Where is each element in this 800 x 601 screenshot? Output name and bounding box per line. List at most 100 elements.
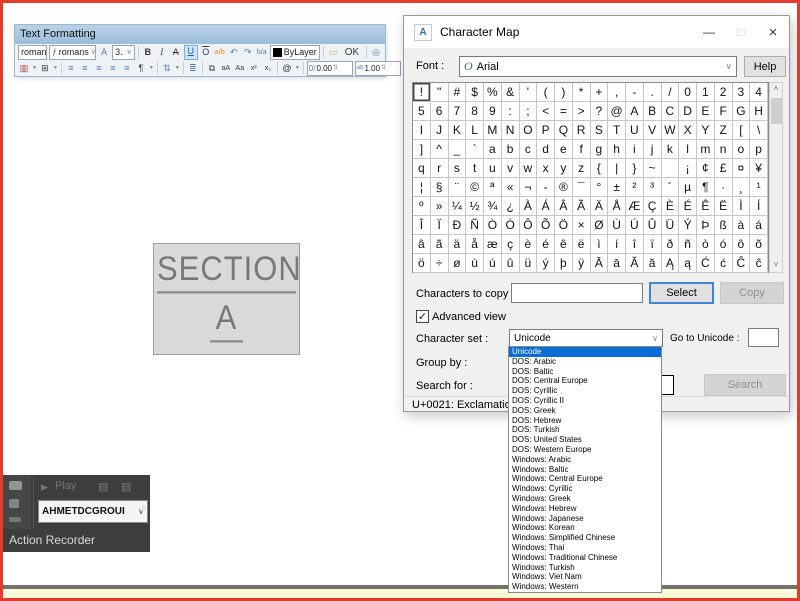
- char-cell[interactable]: ü: [520, 254, 538, 273]
- char-cell[interactable]: ĉ: [750, 254, 768, 273]
- subscript-icon[interactable]: x₂: [262, 62, 274, 75]
- char-cell[interactable]: F: [715, 102, 733, 121]
- charset-option[interactable]: Windows: Arabic: [509, 455, 661, 465]
- char-cell[interactable]: ;: [520, 102, 538, 121]
- char-cell[interactable]: k: [662, 140, 680, 159]
- char-cell[interactable]: g: [591, 140, 609, 159]
- char-cell[interactable]: y: [555, 159, 573, 178]
- char-cell[interactable]: ë: [573, 235, 591, 254]
- manage-macros-icon[interactable]: ▤: [121, 480, 131, 493]
- charset-option[interactable]: Unicode: [509, 347, 661, 357]
- char-cell[interactable]: à: [733, 216, 751, 235]
- char-cell[interactable]: .: [644, 83, 662, 102]
- char-cell[interactable]: t: [466, 159, 484, 178]
- char-cell[interactable]: +: [591, 83, 609, 102]
- char-cell[interactable]: j: [644, 140, 662, 159]
- underline-button[interactable]: U: [184, 45, 198, 60]
- char-cell[interactable]: ¥: [750, 159, 768, 178]
- char-cell[interactable]: ¾: [484, 197, 502, 216]
- record-icon[interactable]: [9, 499, 19, 508]
- char-cell[interactable]: Á: [537, 197, 555, 216]
- char-cell[interactable]: \: [750, 121, 768, 140]
- arrow-down-icon[interactable]: ▼: [149, 65, 154, 71]
- char-cell[interactable]: õ: [750, 235, 768, 254]
- align-distribute-icon[interactable]: ≡: [121, 62, 133, 75]
- arrow-down-icon[interactable]: ▼: [53, 65, 58, 71]
- arrow-down-icon[interactable]: ▼: [295, 65, 300, 71]
- char-cell[interactable]: ": [431, 83, 449, 102]
- char-cell[interactable]: i: [626, 140, 644, 159]
- char-cell[interactable]: l: [679, 140, 697, 159]
- char-cell[interactable]: L: [466, 121, 484, 140]
- select-button[interactable]: Select: [649, 282, 714, 304]
- char-cell[interactable]: Í: [750, 197, 768, 216]
- char-cell[interactable]: @: [608, 102, 626, 121]
- char-cell[interactable]: Å: [608, 197, 626, 216]
- character-set-combobox[interactable]: Unicode ∨: [509, 329, 663, 347]
- char-cell[interactable]: ¹: [750, 178, 768, 197]
- char-cell[interactable]: ×: [573, 216, 591, 235]
- charset-option[interactable]: Windows: Simplified Chinese: [509, 533, 661, 543]
- char-cell[interactable]: ì: [591, 235, 609, 254]
- panel-expand-icon[interactable]: ▸: [142, 503, 147, 514]
- char-cell[interactable]: C: [662, 102, 680, 121]
- char-cell[interactable]: ä: [449, 235, 467, 254]
- char-cell[interactable]: À: [520, 197, 538, 216]
- char-cell[interactable]: ~: [644, 159, 662, 178]
- char-cell[interactable]: e: [555, 140, 573, 159]
- char-cell[interactable]: ā: [608, 254, 626, 273]
- section-text-line2[interactable]: A: [210, 296, 244, 342]
- char-cell[interactable]: ³: [644, 178, 662, 197]
- annotative-icon[interactable]: A: [98, 46, 110, 59]
- align-right-icon[interactable]: ≡: [93, 62, 105, 75]
- panel-title[interactable]: Action Recorder: [9, 533, 95, 547]
- char-cell[interactable]: Û: [644, 216, 662, 235]
- char-cell[interactable]: #: [449, 83, 467, 102]
- char-cell[interactable]: v: [502, 159, 520, 178]
- char-cell[interactable]: º: [413, 197, 431, 216]
- align-justify-icon[interactable]: ≡: [107, 62, 119, 75]
- char-cell[interactable]: Ù: [608, 216, 626, 235]
- char-cell[interactable]: ·: [715, 178, 733, 197]
- go-to-unicode-input[interactable]: [748, 328, 779, 347]
- char-cell[interactable]: ^: [431, 140, 449, 159]
- overline-button[interactable]: O: [200, 46, 212, 59]
- char-cell[interactable]: ¸: [733, 178, 751, 197]
- char-cell[interactable]: Ü: [662, 216, 680, 235]
- char-cell[interactable]: ¬: [520, 178, 538, 197]
- char-cell[interactable]: 2: [715, 83, 733, 102]
- char-cell[interactable]: Ć: [697, 254, 715, 273]
- charset-option[interactable]: Windows: Turkish: [509, 563, 661, 573]
- char-cell[interactable]: 8: [466, 102, 484, 121]
- char-cell[interactable]: &: [502, 83, 520, 102]
- char-cell[interactable]: x: [537, 159, 555, 178]
- charset-option[interactable]: Windows: Baltic: [509, 465, 661, 475]
- stack-icon[interactable]: b/a: [256, 46, 268, 59]
- spinner-arrows-icon[interactable]: ⇅: [381, 65, 386, 71]
- tracking-spinner[interactable]: ab 1.00 ⇅: [355, 61, 401, 76]
- char-cell[interactable]: 0: [679, 83, 697, 102]
- char-cell[interactable]: a: [484, 140, 502, 159]
- char-cell[interactable]: ,: [608, 83, 626, 102]
- char-cell[interactable]: ): [555, 83, 573, 102]
- char-cell[interactable]: <: [537, 102, 555, 121]
- char-cell[interactable]: ð: [662, 235, 680, 254]
- lowercase-icon[interactable]: Aa: [234, 62, 246, 75]
- char-cell[interactable]: ®: [555, 178, 573, 197]
- italic-button[interactable]: I: [156, 46, 168, 59]
- advanced-view-checkbox[interactable]: ✓: [416, 310, 429, 323]
- charset-option[interactable]: Windows: Traditional Chinese: [509, 553, 661, 563]
- char-cell[interactable]: ą: [679, 254, 697, 273]
- char-cell[interactable]: Ø: [591, 216, 609, 235]
- numbering-icon[interactable]: ≣: [187, 62, 199, 75]
- char-cell[interactable]: q: [413, 159, 431, 178]
- arrow-down-icon[interactable]: ▼: [32, 65, 37, 71]
- chevron-down-icon[interactable]: ∨: [127, 48, 132, 56]
- comment-icon[interactable]: [9, 481, 22, 490]
- char-cell[interactable]: ¡: [679, 159, 697, 178]
- char-cell[interactable]: o: [733, 140, 751, 159]
- dialog-titlebar[interactable]: A Character Map — □ ×: [404, 16, 789, 48]
- text-style-combo[interactable]: romans ∨: [18, 45, 47, 60]
- char-cell[interactable]: W: [662, 121, 680, 140]
- font-combobox[interactable]: O Arial ∨: [459, 56, 737, 77]
